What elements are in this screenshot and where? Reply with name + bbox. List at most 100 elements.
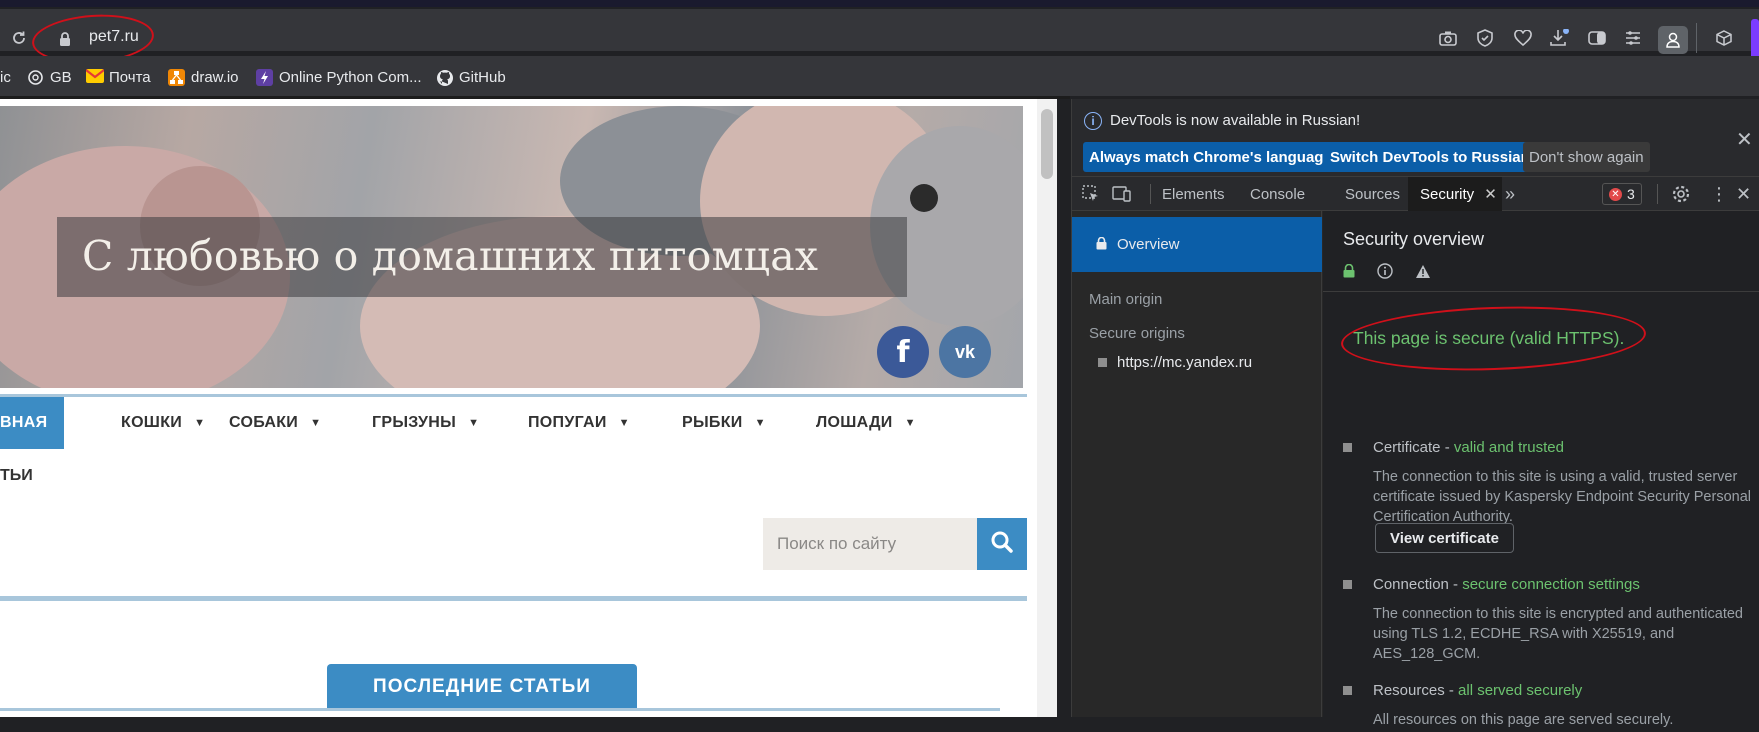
bookmark-item[interactable]: draw.io	[168, 67, 239, 87]
devtools-panel: i DevTools is now available in Russian! …	[1071, 99, 1759, 728]
bookmark-item[interactable]: ic	[0, 67, 11, 87]
red-annotation-circle-secure	[1339, 301, 1648, 376]
drawio-icon	[168, 68, 185, 86]
reload-icon[interactable]	[8, 27, 30, 49]
camera-icon[interactable]	[1437, 27, 1459, 49]
bookmark-item[interactable]: GitHub	[436, 67, 506, 87]
origin-bullet-icon	[1098, 358, 1107, 367]
warning-triangle-icon	[1415, 264, 1431, 283]
resources-heading: Resources - all served securely	[1373, 682, 1582, 699]
openai-icon	[27, 69, 44, 86]
error-count: 3	[1627, 186, 1635, 202]
tab-console[interactable]: Console	[1250, 177, 1305, 211]
search-button[interactable]	[977, 518, 1027, 570]
connection-label: Connection -	[1373, 576, 1463, 593]
resources-label: Resources -	[1373, 682, 1459, 699]
main-navigation: ВНАЯ КОШКИ ▼ СОБАКИ ▼ ГРЫЗУНЫ ▼ ПОПУГАИ ▼ РЫ…	[0, 397, 1027, 449]
device-toolbar-icon[interactable]	[1112, 177, 1132, 211]
nav-label: ЛОШАДИ	[816, 414, 893, 431]
sidebar-item-main-origin[interactable]: Main origin	[1089, 291, 1162, 308]
close-tab-icon[interactable]: ✕	[1484, 185, 1497, 203]
bookmark-label: GB	[50, 68, 72, 86]
tab-separator	[1657, 184, 1658, 204]
caret-down-icon: ▼	[468, 417, 480, 429]
error-icon: ✕	[1609, 187, 1622, 201]
page-scrollbar[interactable]	[1037, 99, 1057, 717]
origin-url: https://mc.yandex.ru	[1117, 354, 1253, 371]
close-devtools-icon[interactable]: ✕	[1736, 177, 1751, 211]
dont-show-again-button[interactable]: Don't show again	[1523, 142, 1650, 172]
page-title: Security overview	[1343, 229, 1485, 249]
web-page-viewport: С любовью о домашних питомцах f vk ВНАЯ …	[0, 99, 1057, 717]
infobar-message: DevTools is now available in Russian!	[1110, 112, 1361, 129]
nav-label: ВНАЯ	[0, 414, 48, 431]
browser-chrome: pet7.ru ic GB Почта draw.io Online Pytho…	[0, 0, 1759, 99]
certificate-label: Certificate -	[1373, 439, 1454, 456]
bullet-icon	[1343, 443, 1352, 452]
bullet-icon	[1343, 580, 1352, 589]
security-state-icons	[1343, 263, 1431, 283]
shield-icon[interactable]	[1474, 27, 1496, 49]
bookmark-label: Почта	[109, 68, 151, 86]
nav-item-parrots[interactable]: ПОПУГАИ ▼	[528, 397, 630, 449]
more-tabs-icon[interactable]: »	[1505, 177, 1515, 211]
vk-button[interactable]: vk	[939, 326, 991, 378]
window-top-edge	[0, 0, 1759, 7]
nav-item-cats[interactable]: КОШКИ ▼	[121, 397, 205, 449]
sliders-icon[interactable]	[1622, 27, 1644, 49]
resources-status: all served securely	[1458, 682, 1583, 699]
nav-label: РЫБКИ	[682, 414, 743, 431]
secure-lock-icon	[1343, 263, 1355, 282]
scrollbar-thumb[interactable]	[1041, 109, 1053, 179]
sidebar-item-origin[interactable]: https://mc.yandex.ru	[1098, 354, 1252, 371]
nav-item-rodents[interactable]: ГРЫЗУНЫ ▼	[372, 397, 479, 449]
nav-item-home[interactable]: ВНАЯ	[0, 397, 64, 449]
sidebar-accent[interactable]	[1751, 19, 1759, 59]
download-icon[interactable]	[1549, 27, 1571, 49]
settings-gear-icon[interactable]	[1672, 177, 1690, 211]
bookmark-label: GitHub	[459, 68, 506, 86]
latest-articles-heading: ПОСЛЕДНИЕ СТАТЬИ	[327, 664, 637, 709]
nav-item-horses[interactable]: ЛОШАДИ ▼	[816, 397, 916, 449]
bolt-icon	[256, 68, 273, 86]
sidebar-item-overview[interactable]: Overview	[1072, 217, 1322, 272]
cube-icon[interactable]	[1713, 27, 1735, 49]
nav-item-dogs[interactable]: СОБАКИ ▼	[229, 397, 321, 449]
bookmark-label: ic	[0, 68, 11, 86]
kebab-menu-icon[interactable]: ⋮	[1710, 177, 1728, 211]
bookmark-item[interactable]: GB	[27, 67, 72, 87]
security-overview-main: Security overview This page is secure (v…	[1323, 211, 1759, 728]
nav-item-fish[interactable]: РЫБКИ ▼	[682, 397, 766, 449]
tab-sources[interactable]: Sources	[1345, 177, 1400, 211]
info-circle-icon	[1377, 263, 1393, 283]
sidebar-label: Overview	[1117, 236, 1180, 253]
close-icon[interactable]: ✕	[1736, 127, 1753, 152]
heart-icon[interactable]	[1512, 27, 1534, 49]
tab-security[interactable]: Security ✕	[1408, 177, 1502, 211]
tab-elements[interactable]: Elements	[1162, 177, 1225, 211]
bookmark-label: Online Python Com...	[279, 68, 422, 86]
bookmark-item[interactable]: Online Python Com...	[256, 67, 422, 87]
nav-item-articles[interactable]: ТЬИ	[0, 467, 33, 485]
facebook-button[interactable]: f	[877, 326, 929, 378]
mail-icon	[85, 68, 105, 86]
bookmark-item[interactable]: Почта	[85, 67, 151, 87]
section-divider	[0, 596, 1027, 601]
header-divider	[1323, 291, 1759, 292]
profile-button[interactable]	[1658, 26, 1688, 54]
switch-to-russian-button[interactable]: Switch DevTools to Russian	[1324, 142, 1536, 172]
resources-section: Resources - all served securely All reso…	[1343, 682, 1753, 732]
inspect-element-icon[interactable]	[1082, 177, 1100, 211]
match-language-button[interactable]: Always match Chrome's language	[1083, 142, 1338, 172]
search-input[interactable]	[763, 518, 977, 570]
reader-mode-icon[interactable]	[1586, 27, 1608, 49]
connection-status: secure connection settings	[1462, 576, 1640, 593]
sidebar-heading-secure-origins: Secure origins	[1089, 325, 1185, 342]
bookmark-label: draw.io	[191, 68, 239, 86]
github-icon	[436, 69, 453, 86]
tab-separator	[1150, 184, 1151, 204]
info-icon: i	[1084, 112, 1102, 130]
view-certificate-button[interactable]: View certificate	[1375, 523, 1514, 553]
language-infobar: i DevTools is now available in Russian! …	[1072, 99, 1759, 176]
error-count-badge[interactable]: ✕ 3	[1602, 183, 1642, 205]
